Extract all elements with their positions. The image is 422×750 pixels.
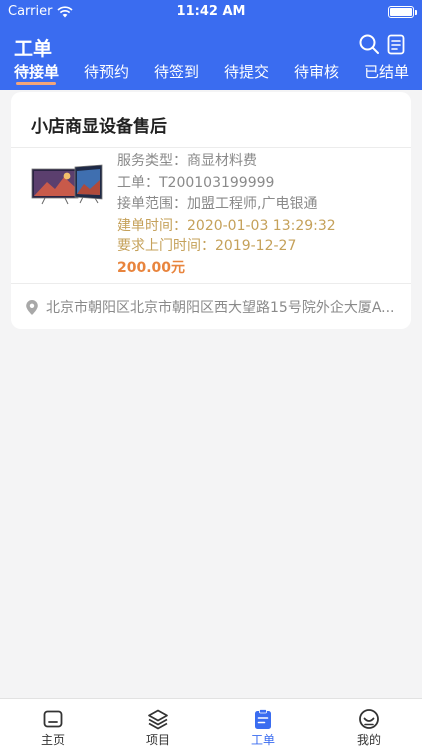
tv-product-image [31,164,103,205]
location-pin-icon [26,299,38,315]
tabbar-mine-label: 我的 [356,733,381,747]
page-title: 工单 [14,38,53,60]
status-bar: Carrier 11:42 AM [0,0,422,24]
search-icon[interactable] [358,33,380,55]
service-type: 服务类型：商显材料费 [117,153,257,169]
smile-icon [359,709,379,729]
layers-icon [148,709,168,730]
tab-pending-accept[interactable]: 待接单 [14,61,59,82]
card-divider [11,147,411,148]
tab-pending-appointment[interactable]: 待预约 [84,61,129,82]
clipboard-icon [255,709,271,729]
tab-pending-checkin[interactable]: 待签到 [154,61,199,82]
tabbar-orders[interactable]: 工单 [233,699,293,750]
tabbar-orders-label: 工单 [250,733,275,747]
order-address: 北京市朝阳区北京市朝阳区西大望路15号院外企大厦A... [46,300,395,316]
tabbar-home[interactable]: 主页 [23,699,83,750]
status-tabs: 待接单 待预约 待签到 待提交 待审核 已结单 [0,60,422,90]
home-icon [43,710,63,728]
tab-closed[interactable]: 已结单 [364,61,409,82]
tabbar-projects-label: 项目 [145,733,170,747]
tab-pending-review[interactable]: 待审核 [294,61,339,82]
order-number: 工单：T200103199999 [117,175,275,191]
app-header: Carrier 11:42 AM 工单 待接单 待预约 待签到 待提交 待审核 … [0,0,422,90]
tabbar-mine[interactable]: 我的 [339,699,399,750]
status-time: 11:42 AM [176,4,246,19]
order-card[interactable]: 小店商显设备售后 服务类型：商显材料费 工单：T200103199999 接单范… [11,92,411,329]
battery-cap [415,10,417,15]
bottom-tab-bar: 主页 项目 工单 我的 [0,698,422,750]
card-divider [11,283,411,284]
tabbar-home-label: 主页 [40,733,65,747]
tab-pending-submit[interactable]: 待提交 [224,61,269,82]
tabbar-projects[interactable]: 项目 [128,699,188,750]
order-title: 小店商显设备售后 [31,117,167,137]
battery-icon [388,6,414,18]
active-tab-indicator [16,82,56,85]
visit-time: 要求上门时间：2019-12-27 [117,238,297,254]
order-price: 200.00元 [117,260,186,276]
clipboard-list-icon[interactable] [385,33,407,55]
address-row: 北京市朝阳区北京市朝阳区西大望路15号院外企大厦A... [25,297,410,317]
created-time: 建单时间：2020-01-03 13:29:32 [117,218,336,234]
accept-scope: 接单范围：加盟工程师,广电银通 [117,196,318,212]
